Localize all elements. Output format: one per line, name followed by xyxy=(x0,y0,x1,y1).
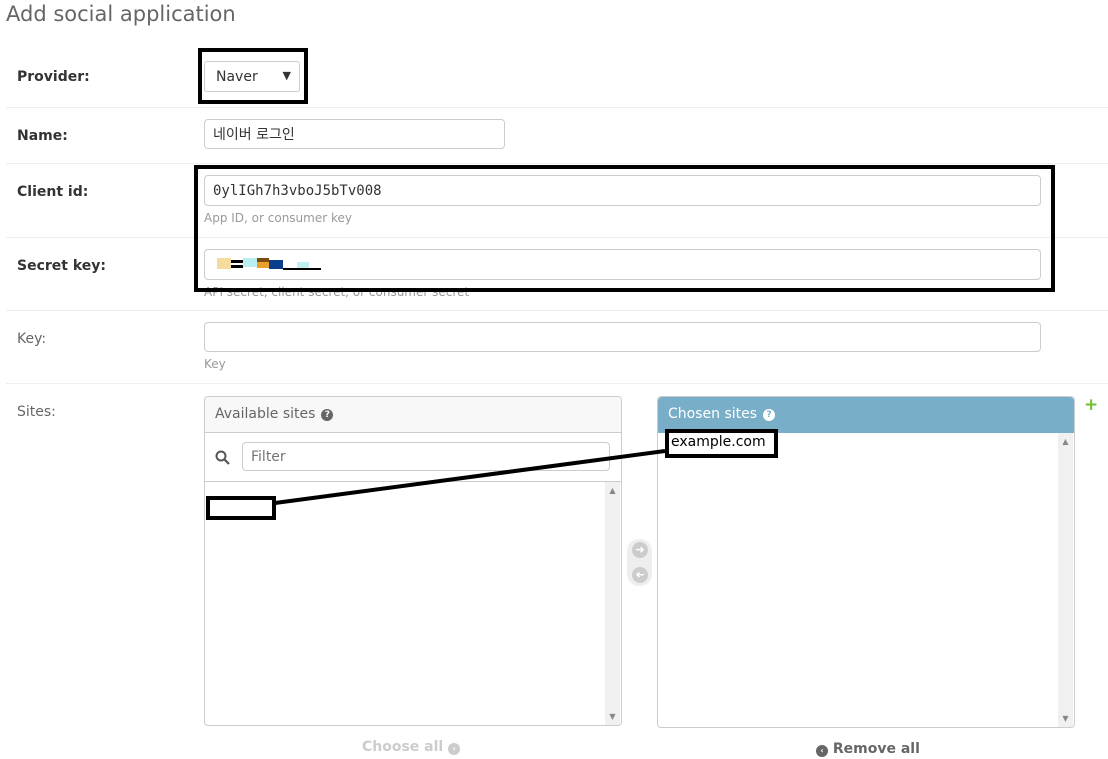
filter-row xyxy=(205,433,621,482)
highlight-provider xyxy=(198,48,308,104)
add-site-icon[interactable]: + xyxy=(1084,395,1098,415)
highlight-available-empty xyxy=(206,496,276,520)
key-row: Key: Key xyxy=(6,311,1108,384)
highlight-chosen-site xyxy=(665,429,778,458)
name-row: Name: xyxy=(6,108,1108,164)
choose-all-link[interactable]: Choose all › xyxy=(362,739,461,755)
remove-all-link[interactable]: ‹ Remove all xyxy=(816,741,920,757)
chosen-sites-scrollbar[interactable]: ▲ ▼ xyxy=(1058,433,1073,727)
selector-chooser: ➜ ➜ xyxy=(627,539,652,586)
chosen-sites-list[interactable]: example.com ▲ ▼ xyxy=(658,433,1074,727)
page-title: Add social application xyxy=(6,2,236,26)
scroll-down-icon[interactable]: ▼ xyxy=(1058,714,1073,723)
secret-key-label: Secret key: xyxy=(17,258,106,274)
help-icon[interactable]: ? xyxy=(321,409,334,421)
available-sites-title: Available sites xyxy=(215,406,316,422)
available-sites-scrollbar[interactable]: ▲ ▼ xyxy=(605,482,620,725)
highlight-credentials xyxy=(194,165,1055,292)
name-label: Name: xyxy=(17,128,68,144)
chosen-sites-header: Chosen sites? xyxy=(658,397,1074,433)
scroll-up-icon[interactable]: ▲ xyxy=(1058,437,1073,446)
key-input[interactable] xyxy=(204,322,1041,352)
add-arrow-icon[interactable]: ➜ xyxy=(632,542,648,558)
chevron-left-circle-icon: ‹ xyxy=(816,745,828,757)
help-icon[interactable]: ? xyxy=(763,409,776,421)
key-label: Key: xyxy=(17,331,47,347)
chevron-right-circle-icon: › xyxy=(448,743,461,755)
scroll-up-icon[interactable]: ▲ xyxy=(605,486,620,495)
remove-all-label: Remove all xyxy=(832,741,920,757)
available-sites-header: Available sites? xyxy=(205,397,621,433)
chosen-sites-title: Chosen sites xyxy=(668,406,758,422)
provider-row: Provider: Naver ▼ xyxy=(6,47,1108,108)
client-id-label: Client id: xyxy=(17,184,89,200)
choose-all-label: Choose all xyxy=(362,739,444,755)
sites-label: Sites: xyxy=(17,404,56,420)
search-icon xyxy=(215,450,230,465)
filter-input[interactable] xyxy=(242,442,610,471)
name-input[interactable] xyxy=(204,119,505,149)
provider-label: Provider: xyxy=(17,69,90,85)
remove-arrow-icon[interactable]: ➜ xyxy=(632,567,648,583)
scroll-down-icon[interactable]: ▼ xyxy=(605,712,620,721)
key-help: Key xyxy=(204,357,226,371)
available-sites-box: Available sites? ▲ ▼ xyxy=(204,396,622,726)
